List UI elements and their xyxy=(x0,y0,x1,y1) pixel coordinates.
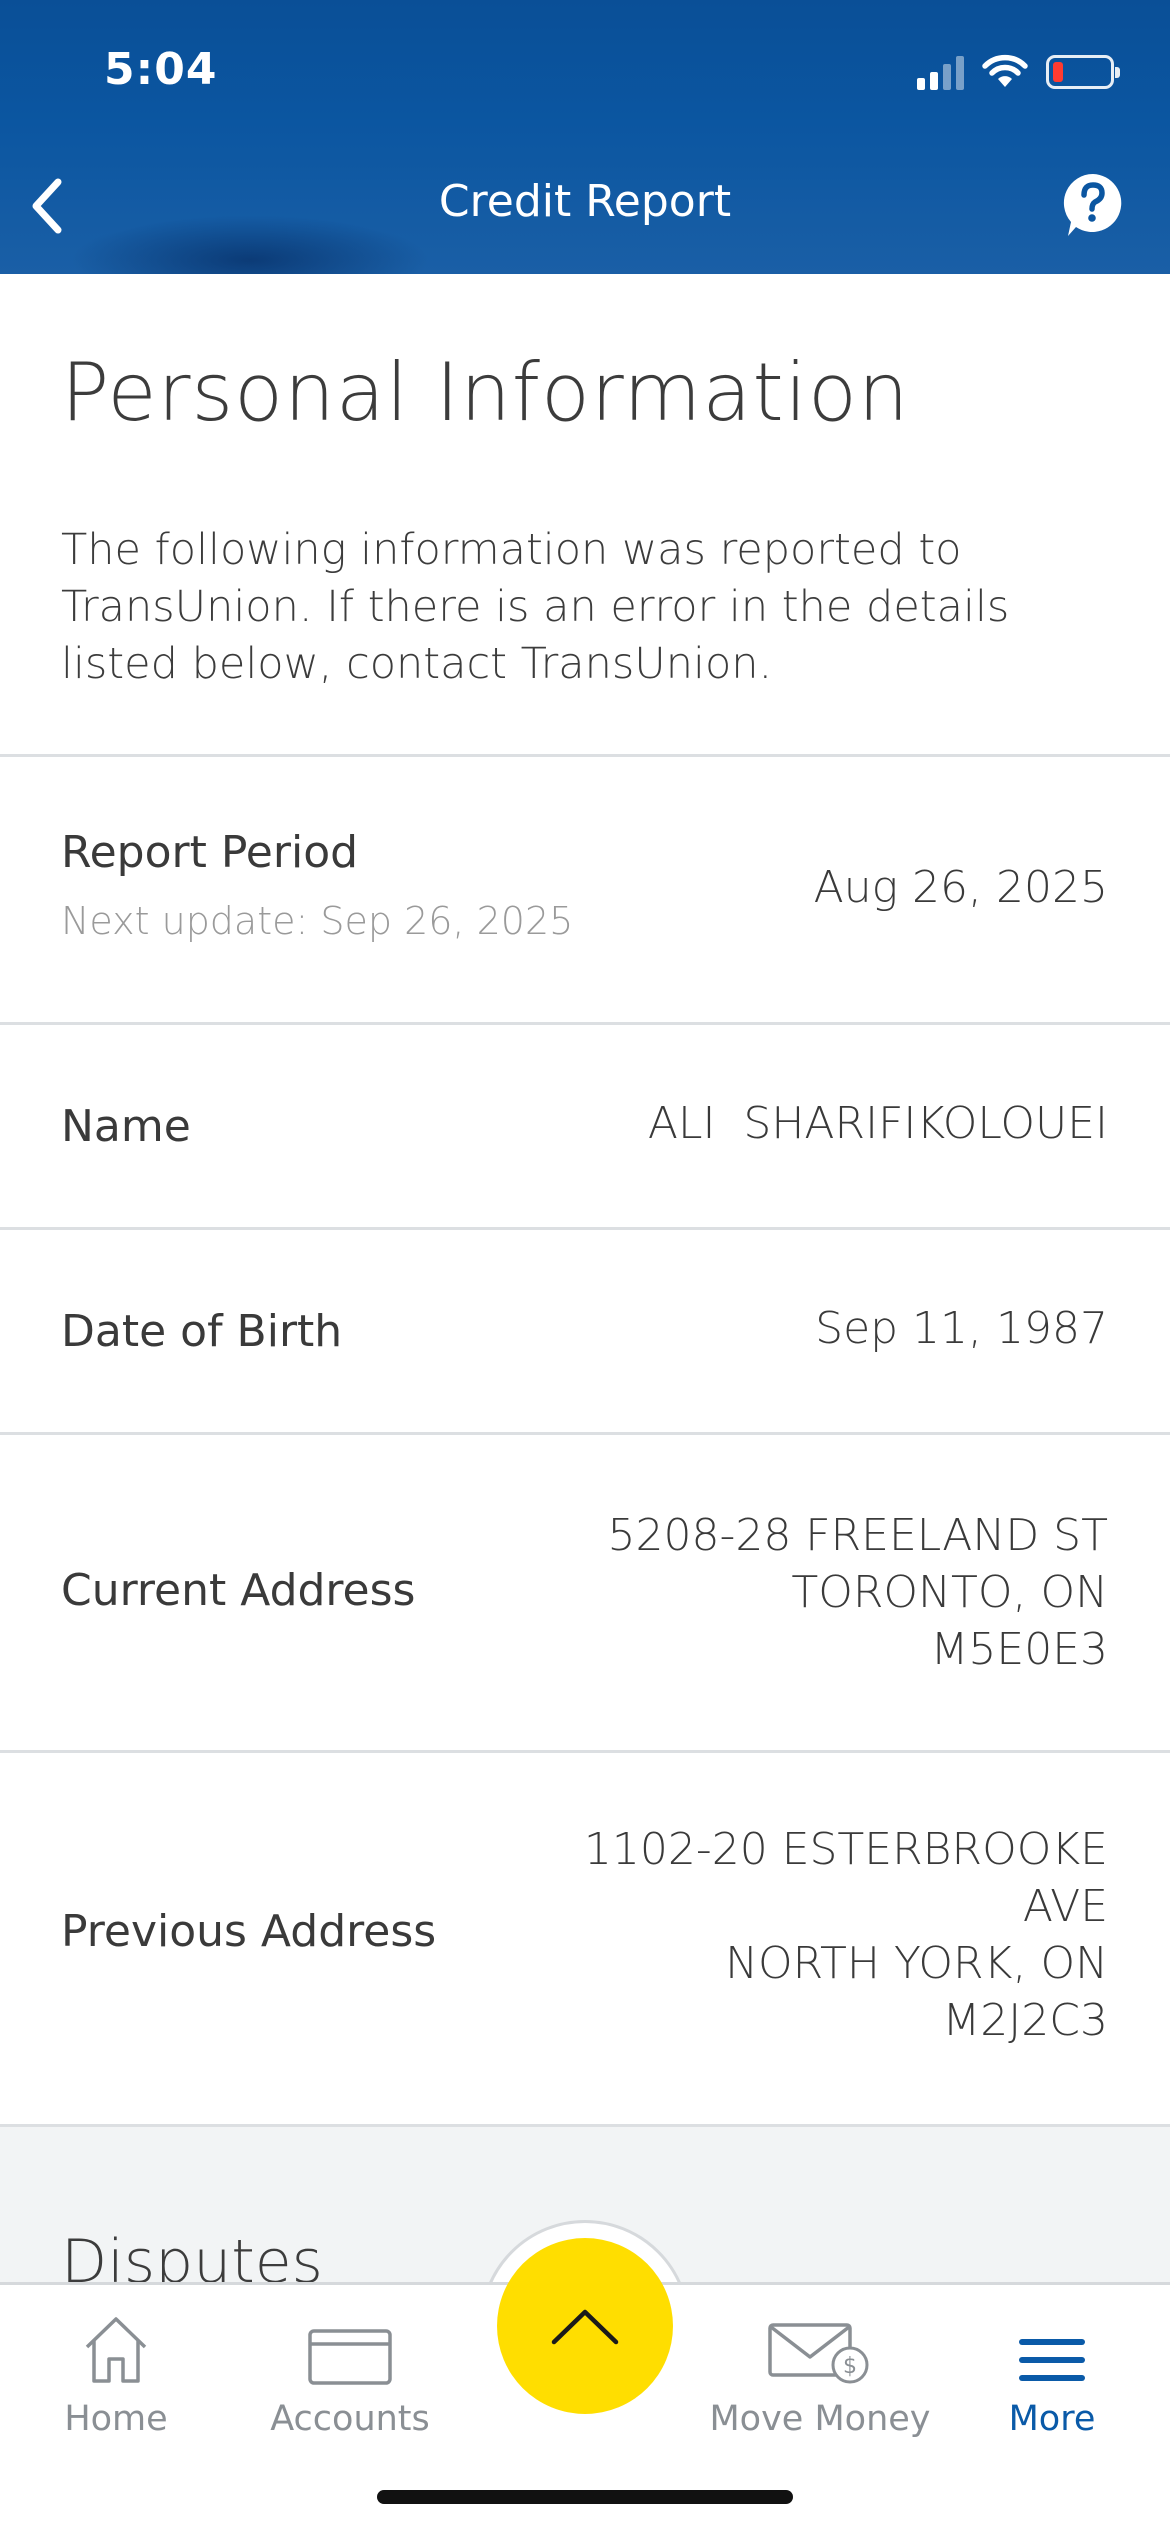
report-period-value: Aug 26, 2025 xyxy=(813,862,1108,913)
tab-more-label: More xyxy=(1008,2399,1096,2439)
intro-text: The following information was reported t… xyxy=(61,525,1010,689)
tab-accounts[interactable]: Accounts xyxy=(250,2285,450,2445)
battery-icon xyxy=(1046,55,1120,89)
current-address-label: Current Address xyxy=(61,1565,416,1616)
app-header: 5:04 Credit Report xyxy=(0,0,1170,274)
tab-accounts-label: Accounts xyxy=(270,2399,430,2439)
name-row: Name ALI SHARIFIKOLOUEI xyxy=(0,1022,1170,1227)
previous-address-row: Previous Address 1102-20 ESTERBROOKE AVE… xyxy=(0,1750,1170,2124)
status-time: 5:04 xyxy=(104,44,218,95)
report-period-label: Report Period xyxy=(61,827,359,878)
cellular-signal-icon xyxy=(917,54,964,90)
date-of-birth-row: Date of Birth Sep 11, 1987 xyxy=(0,1227,1170,1432)
quick-actions-fab[interactable] xyxy=(497,2238,673,2414)
current-address-row: Current Address 5208-28 FREELAND ST TORO… xyxy=(0,1432,1170,1750)
date-of-birth-label: Date of Birth xyxy=(61,1306,343,1357)
name-value: ALI SHARIFIKOLOUEI xyxy=(647,1098,1108,1149)
current-address-value: 5208-28 FREELAND ST TORONTO, ON M5E0E3 xyxy=(607,1510,1108,1675)
report-period-row: Report Period Next update: Sep 26, 2025 … xyxy=(0,754,1170,1022)
credit-card-icon xyxy=(308,2329,392,2385)
svg-text:$: $ xyxy=(843,2354,857,2379)
tab-more[interactable]: More xyxy=(972,2285,1132,2445)
envelope-money-icon: $ xyxy=(768,2323,869,2384)
hamburger-menu-icon xyxy=(1019,2339,1085,2381)
page-title: Personal Information xyxy=(61,346,910,439)
date-of-birth-value: Sep 11, 1987 xyxy=(815,1303,1108,1354)
tab-move-money-label: Move Money xyxy=(709,2399,931,2439)
previous-address-value: 1102-20 ESTERBROOKE AVE NORTH YORK, ON M… xyxy=(583,1824,1108,2046)
page-header-title: Credit Report xyxy=(438,176,732,227)
tab-move-money[interactable]: $ Move Money xyxy=(700,2285,940,2445)
name-label: Name xyxy=(61,1101,191,1152)
status-icons xyxy=(917,50,1120,94)
previous-address-label: Previous Address xyxy=(61,1906,437,1957)
tab-home-label: Home xyxy=(64,2399,168,2439)
tab-home[interactable]: Home xyxy=(36,2285,196,2445)
next-update-text: Next update: Sep 26, 2025 xyxy=(61,899,574,943)
wifi-icon xyxy=(982,54,1028,87)
home-indicator xyxy=(377,2490,793,2504)
help-button[interactable] xyxy=(1062,172,1124,238)
chevron-up-icon xyxy=(551,2309,619,2345)
home-icon xyxy=(85,2317,147,2383)
question-bubble-icon xyxy=(1063,173,1122,236)
